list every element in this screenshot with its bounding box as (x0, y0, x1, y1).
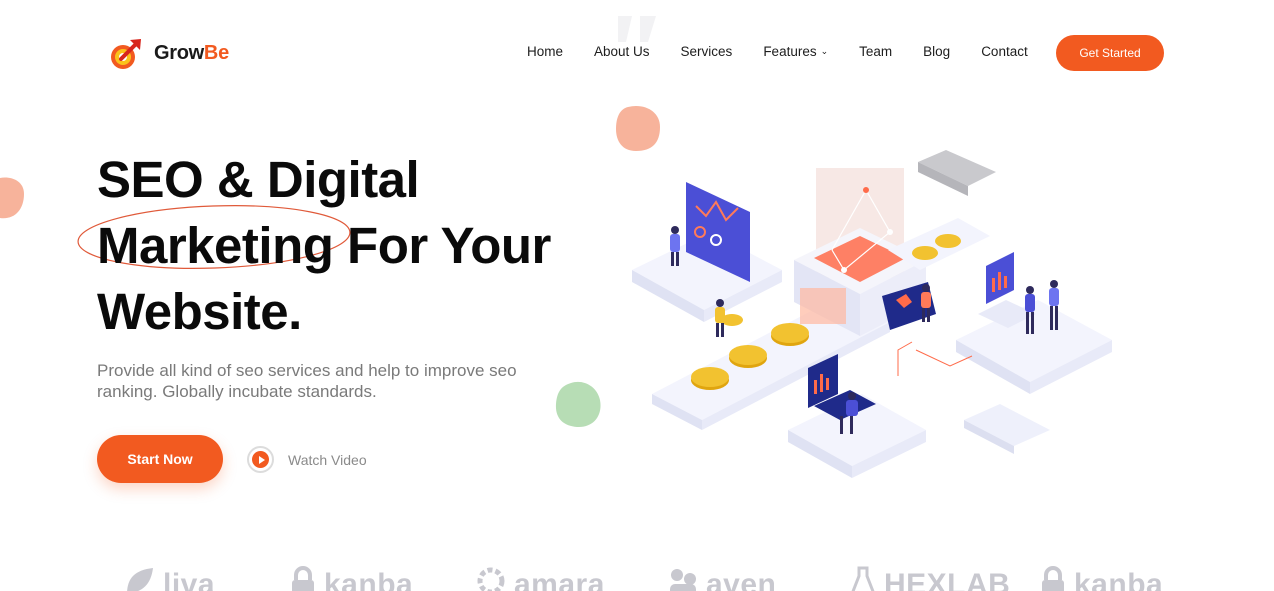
main-nav: Home About Us Services Features ⌄ Team B… (527, 44, 1059, 59)
hero-title: SEO & Digital Marketing For Your Website… (77, 147, 551, 345)
partner-name: liva (163, 568, 216, 591)
brand-name: GrowBe (154, 42, 229, 65)
brand-name-part1: Grow (154, 41, 204, 64)
growth-arrow-icon (108, 34, 146, 72)
nav-item-home[interactable]: Home (527, 44, 563, 59)
leaf-icon (125, 566, 155, 591)
partner-logo-aven: aven (668, 566, 776, 591)
people-icon (668, 566, 698, 591)
nav-item-services[interactable]: Services (681, 44, 733, 59)
brand-logo[interactable]: GrowBe (108, 34, 229, 72)
nav-item-team[interactable]: Team (859, 44, 892, 59)
partner-logo-liva: liva (125, 566, 215, 591)
partner-logo-amara: amara (476, 566, 605, 591)
partner-logos: liva kanba amara aven HEXLAB kanba (0, 566, 1274, 591)
gear-icon (476, 566, 506, 591)
peach-blob-left (0, 177, 24, 219)
play-button[interactable] (247, 446, 274, 473)
nav-item-contact[interactable]: Contact (981, 44, 1028, 59)
partner-name: HEXLAB (884, 568, 1011, 591)
hero-title-line2: Marketing For Your (77, 205, 551, 279)
play-icon (252, 451, 269, 468)
watch-video-label: Watch Video (288, 451, 367, 468)
hero-title-line3: Website. (97, 283, 302, 340)
start-now-button[interactable]: Start Now (97, 435, 223, 483)
flask-icon (850, 566, 876, 591)
hero-subtitle: Provide all kind of seo services and hel… (97, 361, 517, 401)
green-blob (555, 381, 601, 428)
nav-item-features-label: Features (763, 44, 817, 59)
partner-name: amara (514, 568, 605, 591)
quote-marks-icon (618, 16, 656, 42)
hero-title-highlight: Marketing (77, 205, 351, 279)
lock-icon (1040, 566, 1066, 591)
partner-logo-kanba-1: kanba (290, 566, 413, 591)
watch-video-link[interactable]: Watch Video (247, 446, 367, 473)
get-started-button[interactable]: Get Started (1056, 35, 1164, 71)
chevron-down-icon: ⌄ (820, 46, 829, 56)
lock-icon (290, 566, 316, 591)
nav-item-blog[interactable]: Blog (923, 44, 950, 59)
nav-item-features[interactable]: Features ⌄ (763, 44, 828, 59)
partner-name: kanba (1074, 568, 1164, 591)
partner-name: kanba (324, 568, 414, 591)
partner-name: aven (706, 568, 777, 591)
partner-logo-kanba-2: kanba (1040, 566, 1163, 591)
nav-item-about-us[interactable]: About Us (594, 44, 650, 59)
seo-isometric-illustration (632, 150, 1112, 478)
partner-logo-hexlab: HEXLAB (850, 566, 1010, 591)
brand-name-part2: Be (203, 41, 229, 64)
